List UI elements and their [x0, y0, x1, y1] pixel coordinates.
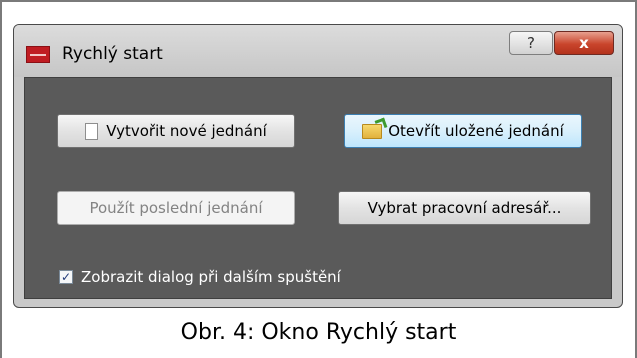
help-button[interactable]: ?	[509, 31, 553, 55]
dialog-content: Vytvořit nové jednání Otevřít uložené je…	[24, 77, 612, 299]
app-logo-icon	[26, 46, 50, 63]
folder-open-icon	[362, 123, 383, 139]
show-dialog-option[interactable]: ✓ Zobrazit dialog při dalším spuštění	[59, 268, 341, 286]
show-dialog-label: Zobrazit dialog při dalším spuštění	[81, 268, 341, 286]
new-meeting-button[interactable]: Vytvořit nové jednání	[57, 114, 295, 148]
use-last-meeting-label: Použít poslední jednání	[89, 199, 263, 217]
close-button[interactable]: x	[554, 31, 614, 55]
open-saved-meeting-label: Otevřít uložené jednání	[388, 122, 564, 140]
document-icon	[85, 122, 99, 140]
new-meeting-label: Vytvořit nové jednání	[106, 122, 267, 140]
choose-working-directory-button[interactable]: Vybrat pracovní adresář...	[338, 191, 591, 225]
figure-caption: Obr. 4: Okno Rychlý start	[180, 320, 457, 345]
quick-start-dialog: Rychlý start ? x Vytvořit nové jednání O…	[13, 24, 623, 308]
title-bar: Rychlý start ? x	[14, 25, 622, 77]
open-saved-meeting-button[interactable]: Otevřít uložené jednání	[344, 114, 582, 148]
choose-working-directory-label: Vybrat pracovní adresář...	[367, 199, 562, 217]
use-last-meeting-button[interactable]: Použít poslední jednání	[57, 191, 295, 225]
show-dialog-checkbox[interactable]: ✓	[59, 270, 73, 284]
window-title: Rychlý start	[62, 44, 163, 64]
